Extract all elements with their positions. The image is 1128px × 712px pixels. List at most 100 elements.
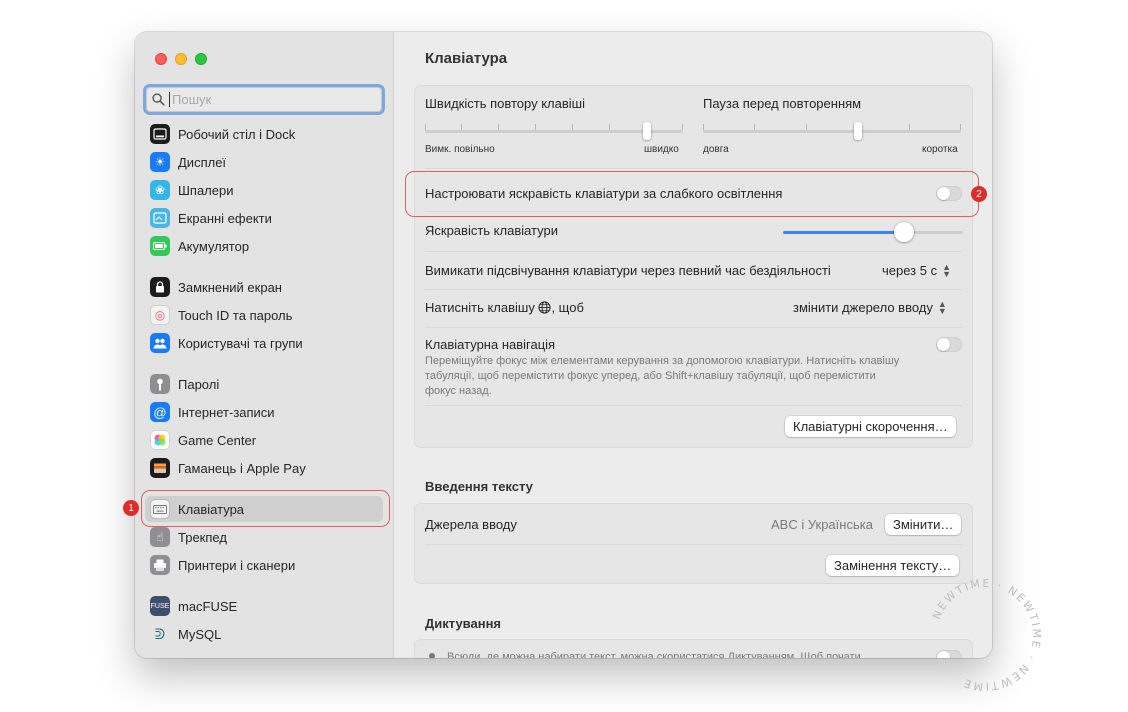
keyboard-nav-toggle[interactable]: [936, 337, 962, 352]
sidebar-item-label: Акумулятор: [178, 238, 250, 254]
backlight-off-popup[interactable]: через 5 с ▲ ▼: [882, 261, 952, 279]
sidebar-item-label: Game Center: [178, 432, 257, 448]
search-field[interactable]: [143, 84, 385, 115]
fingerprint-icon: ◎: [150, 305, 170, 325]
sidebar-item-label: Робочий стіл і Dock: [178, 126, 296, 142]
sidebar-item-label: Гаманець і Apple Pay: [178, 460, 306, 476]
keyboard-shortcuts-button[interactable]: Клавіатурні скорочення…: [785, 416, 956, 437]
dictation-description: Всюди, де можна набирати текст, можна ск…: [447, 651, 861, 658]
globe-key-label: Натисніть клавішу , щоб: [425, 300, 584, 315]
wallet-icon: [150, 458, 170, 478]
brightness-label: Яскравість клавіатури: [425, 223, 559, 238]
display-icon: ☀: [150, 152, 170, 172]
chevron-updown-icon: ▲ ▼: [937, 298, 947, 316]
svg-text:NEWTIME · NEWTIME · NEWTIME: NEWTIME · NEWTIME · NEWTIME: [930, 577, 1043, 693]
mysql-icon: ᕲ: [154, 625, 166, 642]
slider-knob[interactable]: [854, 122, 862, 140]
slider-knob[interactable]: [894, 222, 914, 242]
minimize-window-button[interactable]: [175, 53, 187, 65]
sidebar-item-screensaver[interactable]: Екранні ефекти: [145, 205, 383, 231]
close-window-button[interactable]: [155, 53, 167, 65]
users-icon: [150, 333, 170, 353]
sidebar-item-wallet[interactable]: Гаманець і Apple Pay: [145, 455, 383, 481]
printer-icon: [150, 555, 170, 575]
sidebar-item-users-groups[interactable]: Користувачі та групи: [145, 330, 383, 356]
sidebar: Робочий стіл і Dock ☀ Дисплеї ❀ Шпалери …: [135, 32, 394, 658]
slider-knob[interactable]: [643, 122, 651, 140]
sidebar-item-label: Екранні ефекти: [178, 210, 272, 226]
sidebar-item-battery[interactable]: Акумулятор: [145, 233, 383, 259]
trackpad-icon: ☝: [150, 527, 170, 547]
delay-repeat-label: Пауза перед повторенням: [703, 96, 862, 111]
microphone-icon: [429, 653, 435, 658]
sidebar-item-desktop-dock[interactable]: Робочий стіл і Dock: [145, 121, 383, 147]
sidebar-item-touch-id[interactable]: ◎ Touch ID та пароль: [145, 302, 383, 328]
annotation-highlight-keyboard: [141, 490, 390, 527]
key-repeat-label: Швидкість повтору клавіші: [425, 96, 585, 111]
main-content: Клавіатура Швидкість повтору клавіші Вим…: [395, 32, 992, 658]
sidebar-item-label: Інтернет-записи: [178, 404, 275, 420]
keyboard-settings-panel: Швидкість повтору клавіші Вимк. повільно…: [414, 85, 973, 448]
battery-icon: [150, 236, 170, 256]
sidebar-item-label: Принтери і сканери: [178, 557, 296, 573]
globe-key-value: змінити джерело вводу: [793, 300, 933, 315]
key-icon: [150, 374, 170, 394]
key-repeat-slider[interactable]: [425, 122, 683, 142]
watermark-logo: NEWTIME · NEWTIME · NEWTIME: [930, 577, 1043, 693]
page-title: Клавіатура: [425, 50, 508, 67]
sidebar-item-displays[interactable]: ☀ Дисплеї: [145, 149, 383, 175]
sidebar-item-label: Дисплеї: [178, 154, 227, 170]
delay-max-label: коротка: [922, 144, 958, 155]
sidebar-item-label: Користувачі та групи: [178, 335, 303, 351]
settings-window: Робочий стіл і Dock ☀ Дисплеї ❀ Шпалери …: [135, 32, 992, 658]
sidebar-item-label: Паролі: [178, 376, 220, 392]
sidebar-item-label: MySQL: [178, 626, 222, 642]
at-icon: @: [150, 402, 170, 422]
sidebar-item-lock-screen[interactable]: Замкнений екран: [145, 274, 383, 300]
delay-repeat-slider[interactable]: [703, 122, 961, 142]
sidebar-item-label: Замкнений екран: [178, 279, 282, 295]
dictation-section-title: Диктування: [425, 616, 502, 631]
zoom-window-button[interactable]: [195, 53, 207, 65]
lock-icon: [150, 277, 170, 297]
key-repeat-max-label: швидко: [644, 144, 679, 155]
sidebar-item-label: Шпалери: [178, 182, 234, 198]
sidebar-item-passwords[interactable]: Паролі: [145, 371, 383, 397]
sidebar-item-internet-accounts[interactable]: @ Інтернет-записи: [145, 399, 383, 425]
key-repeat-min-label: Вимк. повільно: [425, 144, 495, 155]
keyboard-nav-description: Переміщуйте фокус між елементами керуван…: [425, 355, 900, 397]
sidebar-item-label: Трекпед: [178, 529, 227, 545]
sidebar-item-trackpad[interactable]: ☝ Трекпед: [145, 524, 383, 550]
backlight-off-label: Вимикати підсвічування клавіатури через …: [425, 263, 831, 278]
change-input-sources-button[interactable]: Змінити…: [885, 514, 962, 535]
screensaver-icon: [150, 208, 170, 228]
wallpaper-icon: ❀: [150, 180, 170, 200]
backlight-off-value: через 5 с: [882, 263, 938, 278]
delay-min-label: довга: [703, 144, 729, 155]
game-center-icon: [150, 430, 170, 450]
dictation-panel: Всюди, де можна набирати текст, можна ск…: [414, 639, 973, 658]
search-input[interactable]: [169, 92, 369, 107]
input-sources-label: Джерела вводу: [425, 517, 517, 532]
text-input-panel: Джерела вводу ABC і Українська Змінити… …: [414, 503, 973, 584]
sidebar-item-label: macFUSE: [178, 598, 238, 614]
sidebar-item-macfuse[interactable]: FUSE macFUSE: [145, 593, 383, 619]
globe-key-popup[interactable]: змінити джерело вводу ▲ ▼: [793, 298, 947, 316]
dock-icon: [150, 124, 170, 144]
sidebar-item-wallpaper[interactable]: ❀ Шпалери: [145, 177, 383, 203]
search-icon: [152, 93, 165, 106]
sidebar-item-mysql[interactable]: ᕲ MySQL: [145, 621, 383, 647]
sidebar-item-label: Touch ID та пароль: [178, 307, 293, 323]
input-sources-value: ABC і Українська: [771, 517, 873, 532]
annotation-badge-2: 2: [971, 186, 987, 202]
sidebar-item-game-center[interactable]: Game Center: [145, 427, 383, 453]
annotation-badge-1: 1: [123, 500, 139, 516]
globe-icon: [538, 301, 552, 314]
chevron-updown-icon: ▲ ▼: [942, 261, 952, 279]
keyboard-nav-label: Клавіатурна навігація: [425, 337, 556, 352]
sidebar-item-printers[interactable]: Принтери і сканери: [145, 552, 383, 578]
macfuse-icon: FUSE: [150, 596, 170, 616]
text-replacements-button[interactable]: Замінення тексту…: [826, 555, 960, 576]
annotation-highlight-brightness: [405, 171, 979, 217]
brightness-slider[interactable]: [783, 222, 963, 242]
